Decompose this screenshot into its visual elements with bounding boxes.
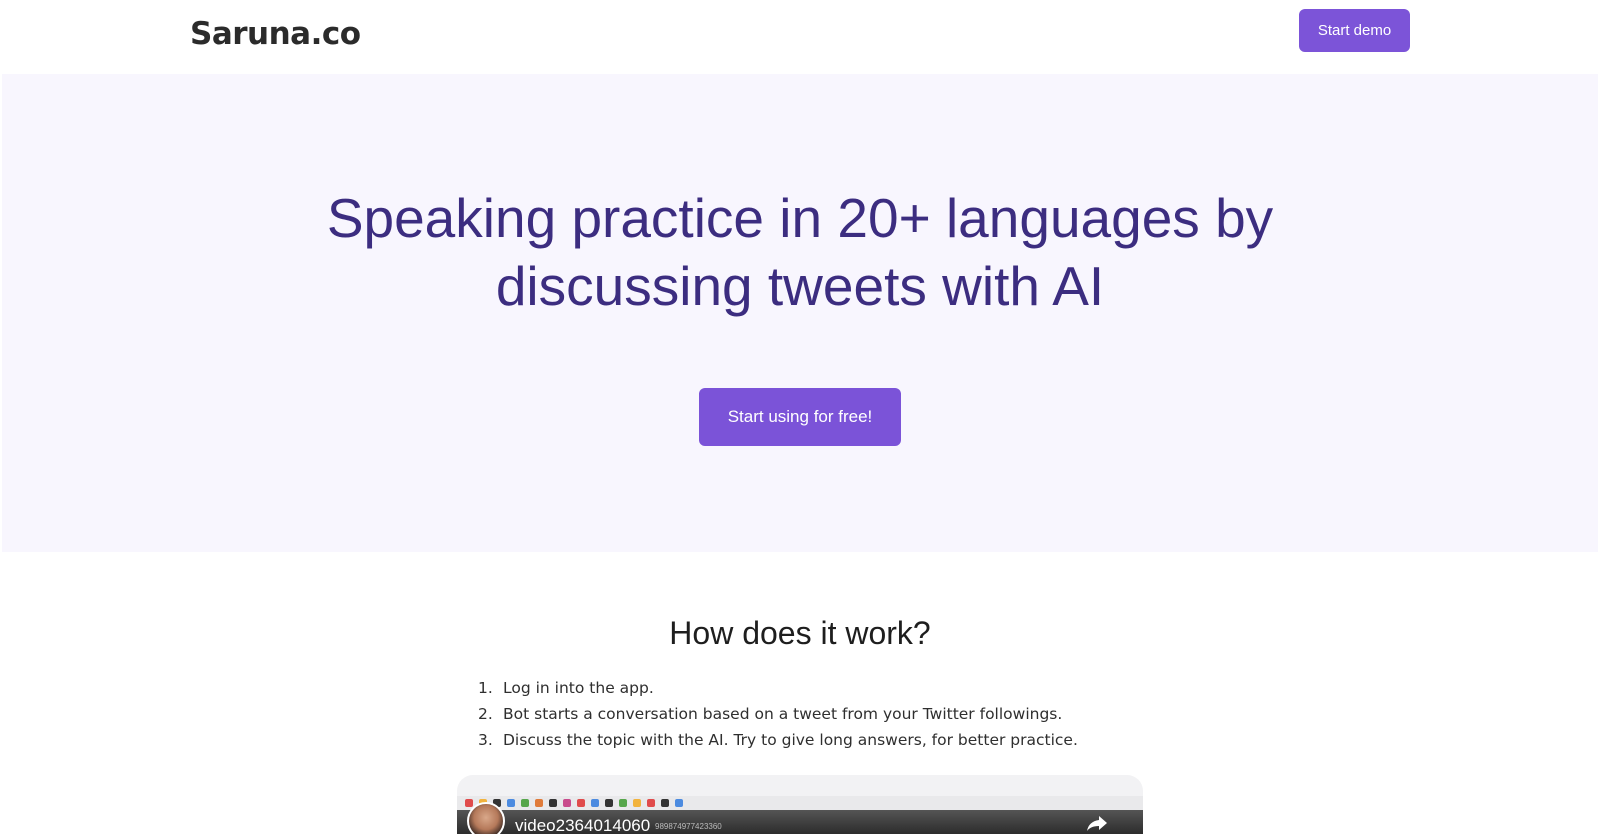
favicon-icon — [591, 799, 599, 807]
favicon-icon — [521, 799, 529, 807]
step-number: 1. — [478, 679, 493, 697]
hero-section: Speaking practice in 20+ languages by di… — [2, 74, 1598, 552]
share-icon[interactable] — [1085, 814, 1109, 832]
hero-title: Speaking practice in 20+ languages by di… — [2, 184, 1598, 320]
favicon-icon — [563, 799, 571, 807]
start-demo-button[interactable]: Start demo — [1299, 9, 1410, 52]
step-number: 3. — [478, 731, 493, 749]
step-text: Discuss the topic with the AI. Try to gi… — [503, 731, 1078, 749]
list-item: 3. Discuss the topic with the AI. Try to… — [478, 727, 1178, 753]
list-item: 2. Bot starts a conversation based on a … — [478, 701, 1178, 727]
how-it-works-title: How does it work? — [669, 615, 931, 651]
step-text: Bot starts a conversation based on a twe… — [503, 705, 1063, 723]
favicon-icon — [507, 799, 515, 807]
hero-title-line-2: discussing tweets with AI — [495, 255, 1105, 317]
step-number: 2. — [478, 705, 493, 723]
favicon-icon — [633, 799, 641, 807]
video-player[interactable]: video2364014060 989874977423360 — [457, 796, 1143, 834]
favicon-icon — [605, 799, 613, 807]
hero-title-line-1: Speaking practice in 20+ languages by — [326, 187, 1274, 249]
step-text: Log in into the app. — [503, 679, 654, 697]
demo-video-card[interactable]: video2364014060 989874977423360 — [457, 775, 1143, 834]
video-title[interactable]: video2364014060 — [515, 816, 650, 834]
favicon-icon — [465, 799, 473, 807]
favicon-icon — [647, 799, 655, 807]
brand-logo[interactable]: Saruna.co — [190, 16, 361, 52]
list-item: 1. Log in into the app. — [478, 675, 1178, 701]
steps-list: 1. Log in into the app. 2. Bot starts a … — [478, 675, 1178, 753]
video-title-bar: video2364014060 989874977423360 — [457, 810, 1143, 834]
start-free-button[interactable]: Start using for free! — [699, 388, 901, 446]
favicon-icon — [661, 799, 669, 807]
video-browser-toolbar — [457, 796, 1143, 810]
video-subtitle: 989874977423360 — [655, 822, 722, 831]
favicon-icon — [675, 799, 683, 807]
site-header: Saruna.co Start demo — [0, 0, 1600, 74]
favicon-icon — [535, 799, 543, 807]
avatar — [467, 802, 505, 834]
favicon-icon — [549, 799, 557, 807]
favicon-icon — [619, 799, 627, 807]
favicon-icon — [577, 799, 585, 807]
